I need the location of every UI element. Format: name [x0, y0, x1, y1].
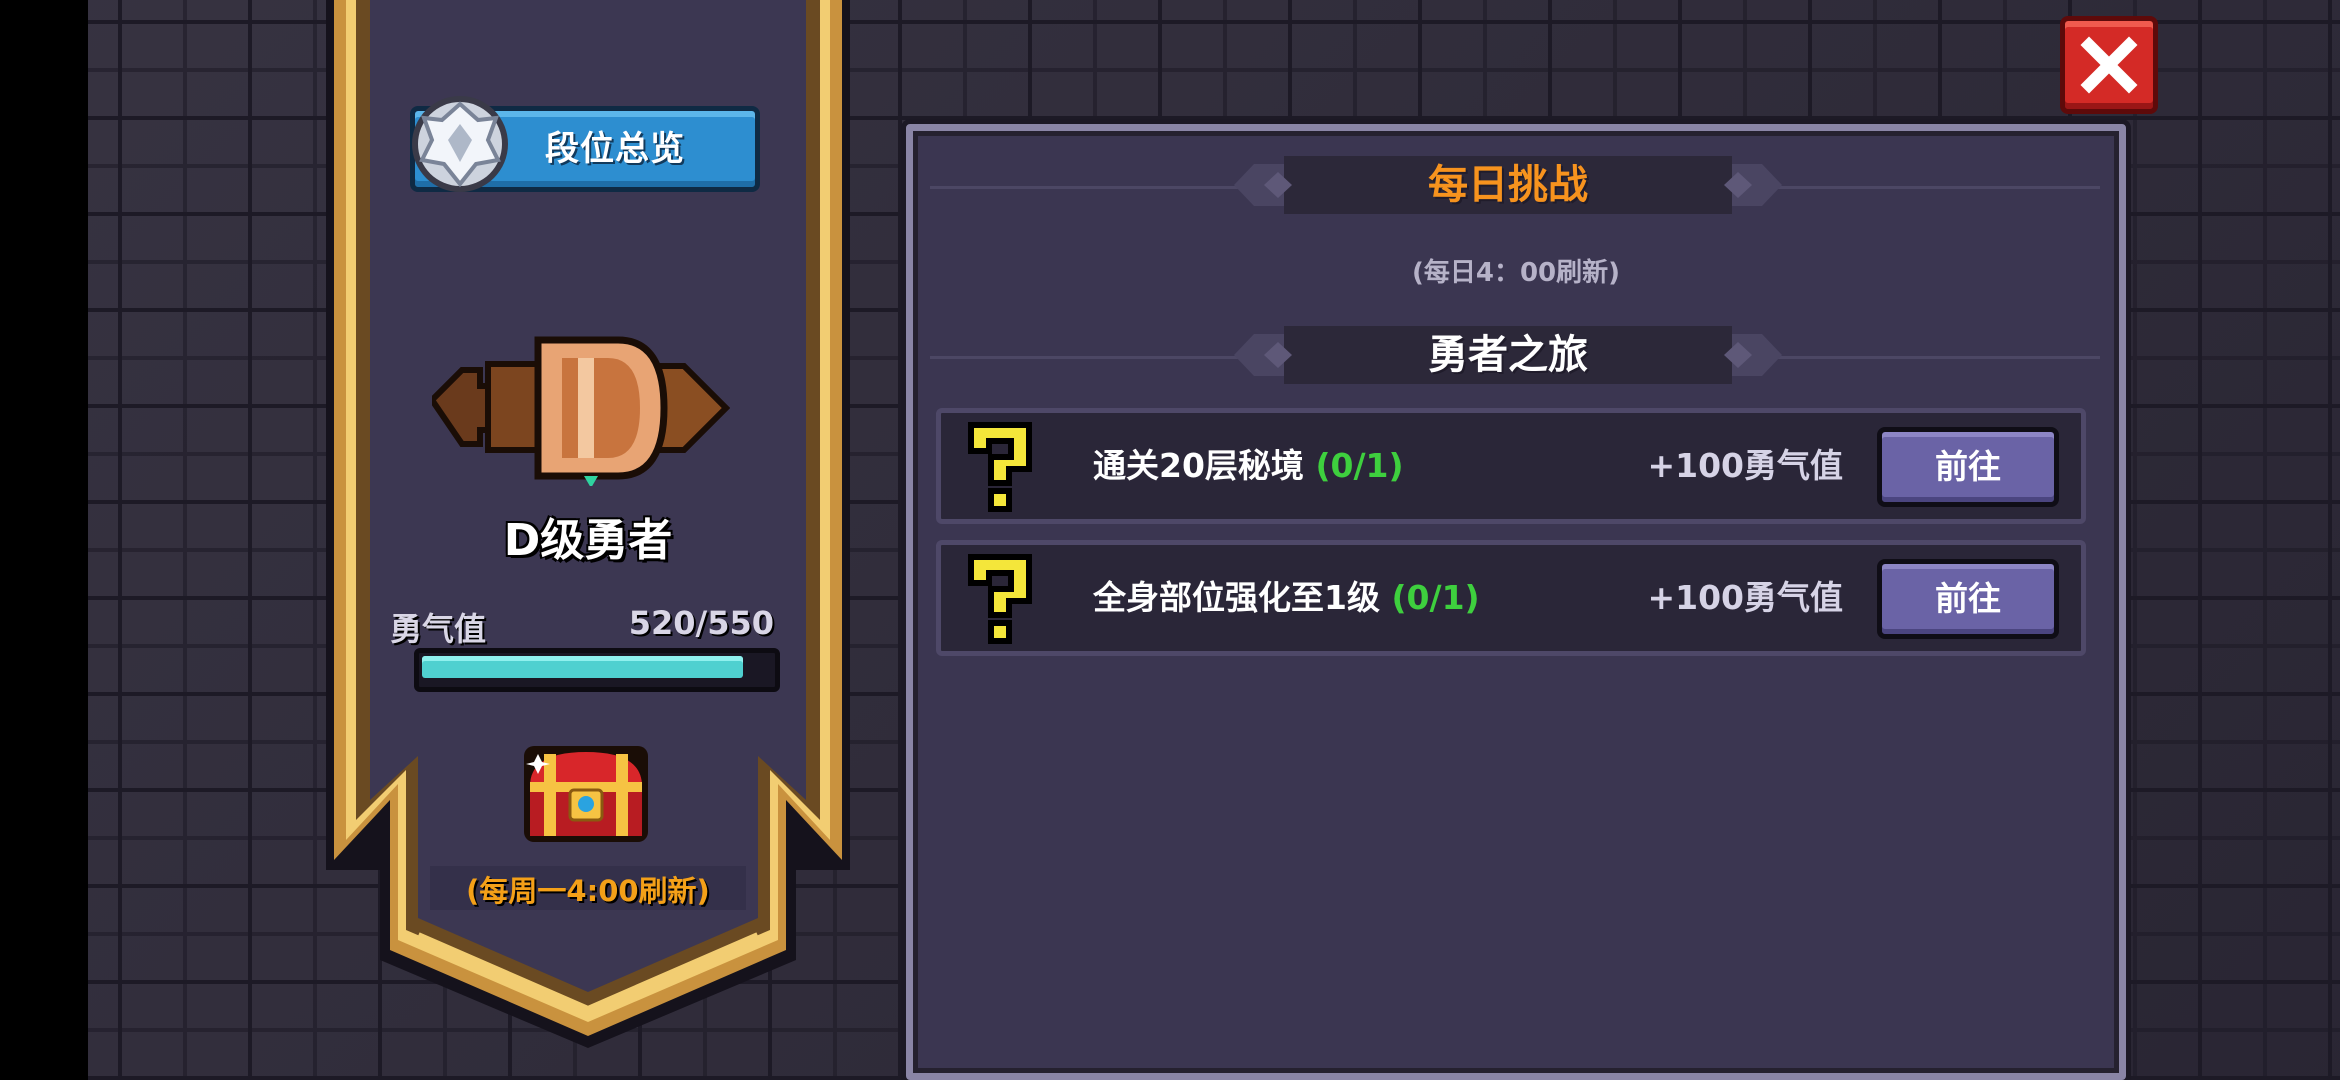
courage-progress-fill: [422, 656, 743, 678]
daily-refresh-text: (每日4：00刷新): [1411, 258, 1621, 288]
go-button[interactable]: 前往: [1877, 427, 2059, 507]
d-rank-badge-icon: [432, 336, 730, 486]
courage-progress-bar: [414, 648, 780, 692]
treasure-chest-icon[interactable]: [518, 736, 654, 848]
question-mark-icon: [968, 554, 1032, 644]
close-button[interactable]: [2060, 16, 2158, 114]
task-reward: +100勇气值: [1647, 446, 1843, 485]
rank-overview-label: 段位总览: [545, 129, 685, 169]
task-progress: (0/1): [1391, 578, 1480, 617]
close-icon: [2080, 36, 2138, 94]
daily-challenge-header: 每日挑战: [1234, 152, 1782, 218]
task-progress: (0/1): [1315, 446, 1404, 485]
task-reward: +100勇气值: [1647, 578, 1843, 617]
weekly-refresh-text: (每周一4:00刷新): [466, 874, 710, 908]
task-name: 通关20层秘境 (0/1): [1093, 446, 1404, 485]
go-button[interactable]: 前往: [1877, 559, 2059, 639]
task-row: 通关20层秘境 (0/1) +100勇气值 前往: [936, 408, 2086, 524]
courage-label: 勇气值: [390, 610, 487, 648]
task-row: 全身部位强化至1级 (0/1) +100勇气值 前往: [936, 540, 2086, 656]
task-name: 全身部位强化至1级 (0/1): [1093, 578, 1480, 617]
rank-title: D级勇者: [503, 515, 673, 566]
hero-journey-header: 勇者之旅: [1234, 322, 1782, 388]
silver-rank-emblem-icon: [412, 96, 508, 192]
courage-value: 520/550: [628, 604, 774, 642]
question-mark-icon: [968, 422, 1032, 512]
daily-challenge-title: 每日挑战: [1428, 162, 1588, 208]
hero-journey-title: 勇者之旅: [1428, 332, 1588, 378]
